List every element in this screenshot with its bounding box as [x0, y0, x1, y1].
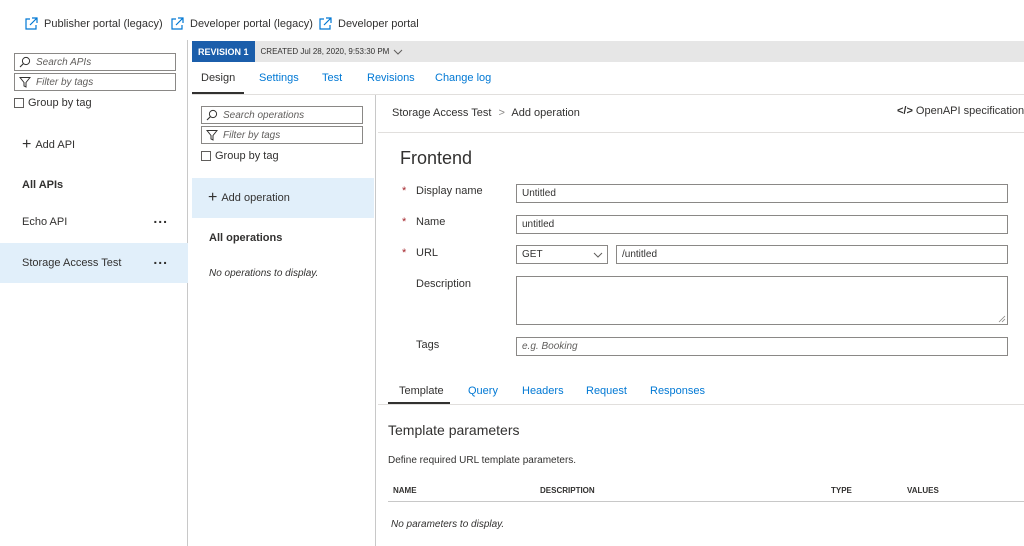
filter-icon	[19, 77, 31, 88]
developer-portal-link[interactable]: Developer portal	[318, 17, 419, 31]
no-operations-text: No operations to display.	[209, 268, 319, 279]
chevron-down-icon	[393, 49, 403, 55]
add-operation-button[interactable]: + Add operation	[192, 178, 374, 218]
openapi-spec-link[interactable]: </> OpenAPI specification V	[897, 105, 1024, 117]
url-label: URL	[416, 247, 439, 259]
subtabs-divider	[378, 404, 1024, 405]
group-by-tag-label: Group by tag	[28, 97, 92, 109]
api-item-label: Storage Access Test	[22, 257, 122, 269]
breadcrumb-divider	[378, 132, 1024, 133]
external-link-icon	[25, 17, 38, 30]
column-header-type: TYPE	[831, 486, 852, 495]
code-icon: </>	[897, 105, 913, 117]
template-parameters-subtitle: Define required URL template parameters.	[388, 455, 577, 466]
chevron-down-icon	[593, 252, 603, 258]
publisher-portal-label: Publisher portal (legacy)	[44, 18, 163, 30]
filter-operations-input[interactable]: Filter by tags	[201, 126, 363, 144]
required-marker: *	[402, 185, 407, 197]
external-link-icon	[171, 17, 184, 30]
table-header-divider	[388, 501, 1024, 502]
tags-input[interactable]: e.g. Booking	[516, 337, 1008, 356]
all-operations-heading: All operations	[209, 232, 283, 244]
breadcrumb-current: Add operation	[511, 107, 580, 119]
breadcrumb-separator: >	[498, 107, 505, 119]
url-template-input[interactable]: /untitled	[616, 245, 1008, 264]
no-parameters-text: No parameters to display.	[391, 519, 505, 530]
description-textarea[interactable]	[516, 276, 1008, 325]
frontend-heading: Frontend	[400, 148, 473, 168]
display-name-input[interactable]: Untitled	[516, 184, 1008, 203]
breadcrumb-api[interactable]: Storage Access Test	[392, 107, 491, 119]
developer-portal-label: Developer portal	[338, 18, 419, 30]
revision-badge: REVISION 1	[192, 41, 255, 62]
filter-tags-placeholder: Filter by tags	[36, 76, 94, 88]
developer-portal-legacy-link[interactable]: Developer portal (legacy)	[170, 17, 313, 31]
tab-query[interactable]: Query	[468, 385, 498, 397]
checkbox-box[interactable]	[14, 98, 24, 108]
column-header-description: DESCRIPTION	[540, 486, 595, 495]
all-apis-heading: All APIs	[22, 179, 64, 191]
add-api-button[interactable]: + Add API	[22, 137, 75, 153]
tags-label: Tags	[416, 339, 440, 351]
more-options-icon[interactable]: ...	[153, 251, 168, 267]
revision-created-text: CREATED Jul 28, 2020, 9:53:30 PM	[260, 47, 390, 56]
plus-icon: +	[208, 189, 218, 206]
openapi-spec-label: OpenAPI specification V	[915, 105, 1024, 117]
developer-portal-legacy-label: Developer portal (legacy)	[190, 18, 313, 30]
publisher-portal-link[interactable]: Publisher portal (legacy)	[24, 17, 163, 31]
filter-icon	[206, 130, 218, 141]
api-item-echo[interactable]: Echo API ...	[0, 202, 188, 242]
http-method-select[interactable]: GET	[516, 245, 608, 264]
search-icon	[206, 109, 218, 121]
search-apis-placeholder: Search APIs	[36, 56, 92, 68]
tab-settings[interactable]: Settings	[259, 72, 299, 84]
name-input[interactable]: untitled	[516, 215, 1008, 234]
http-method-value: GET	[522, 249, 543, 260]
search-apis-input[interactable]: Search APIs	[14, 53, 176, 71]
api-item-storage-access-test[interactable]: Storage Access Test ...	[0, 243, 188, 283]
tab-template[interactable]: Template	[399, 385, 444, 397]
resize-handle-icon[interactable]	[998, 315, 1006, 323]
api-list-pane	[0, 40, 188, 546]
filter-operations-placeholder: Filter by tags	[223, 129, 281, 141]
revision-created-dropdown[interactable]: CREATED Jul 28, 2020, 9:53:30 PM	[261, 47, 404, 56]
column-header-values: VALUES	[907, 486, 939, 495]
tab-design[interactable]: Design	[201, 72, 235, 84]
add-operation-label: Add operation	[221, 192, 290, 204]
tab-revisions[interactable]: Revisions	[367, 72, 415, 84]
more-options-icon[interactable]: ...	[153, 210, 168, 226]
add-api-label: Add API	[35, 139, 76, 151]
tab-test[interactable]: Test	[322, 72, 342, 84]
search-icon	[19, 56, 31, 68]
plus-icon: +	[22, 136, 32, 153]
external-link-icon	[319, 17, 332, 30]
required-marker: *	[402, 247, 407, 259]
group-by-tag-checkbox[interactable]: Group by tag	[14, 97, 92, 109]
checkbox-box[interactable]	[201, 151, 211, 161]
revision-bar: REVISION 1 CREATED Jul 28, 2020, 9:53:30…	[192, 41, 1024, 62]
template-parameters-heading: Template parameters	[388, 422, 520, 438]
display-name-label: Display name	[416, 185, 483, 197]
ops-group-by-tag-label: Group by tag	[215, 150, 279, 162]
name-label: Name	[416, 216, 446, 228]
column-header-name: NAME	[393, 486, 417, 495]
tab-request[interactable]: Request	[586, 385, 627, 397]
description-label: Description	[416, 278, 472, 290]
search-operations-input[interactable]: Search operations	[201, 106, 363, 124]
search-operations-placeholder: Search operations	[223, 109, 305, 121]
filter-tags-input[interactable]: Filter by tags	[14, 73, 176, 91]
required-marker: *	[402, 216, 407, 228]
tab-change-log[interactable]: Change log	[435, 72, 491, 84]
ops-group-by-tag-checkbox[interactable]: Group by tag	[201, 150, 279, 162]
breadcrumb: Storage Access Test > Add operation	[392, 107, 580, 119]
tab-headers[interactable]: Headers	[522, 385, 564, 397]
tab-responses[interactable]: Responses	[650, 385, 705, 397]
api-item-label: Echo API	[22, 216, 68, 228]
operations-pane	[192, 95, 376, 546]
